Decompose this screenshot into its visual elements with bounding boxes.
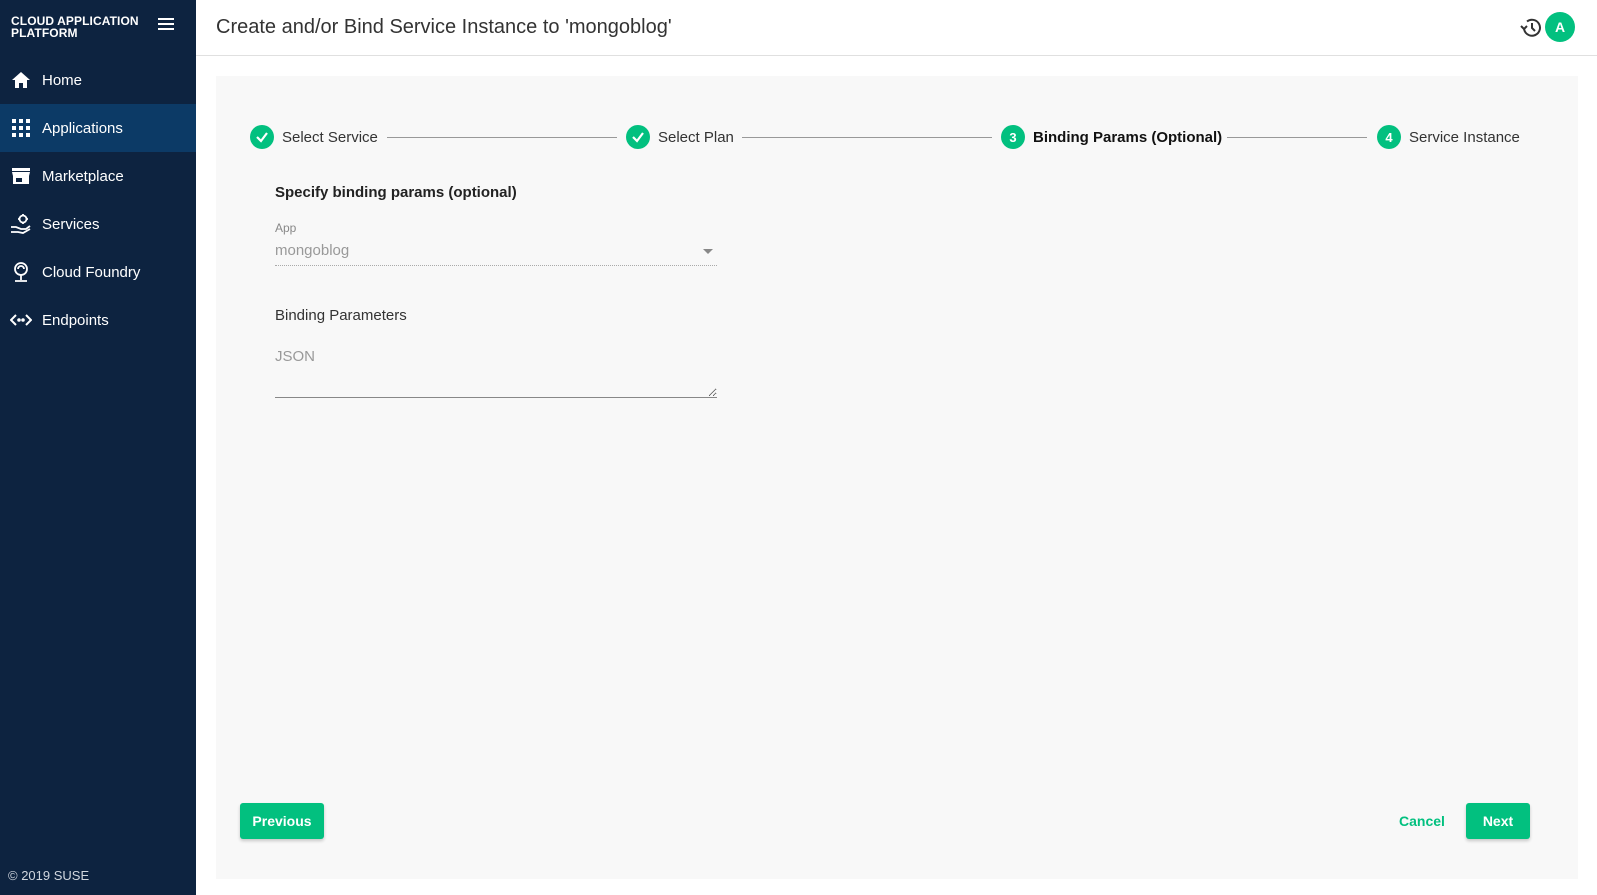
step-connector [1227, 137, 1367, 138]
main-content: Select Service Select Plan 3 Binding Par… [196, 56, 1597, 895]
app-select-value: mongoblog [275, 242, 350, 259]
binding-parameters-label: Binding Parameters [275, 307, 407, 324]
home-icon [10, 69, 32, 91]
json-textarea-wrapper [275, 342, 717, 398]
stepper-card: Select Service Select Plan 3 Binding Par… [216, 76, 1578, 879]
hamburger-icon [158, 18, 174, 20]
step-label: Service Instance [1409, 128, 1520, 146]
step-number: 4 [1377, 125, 1401, 149]
sidebar-item-marketplace[interactable]: Marketplace [0, 152, 196, 200]
sidebar-nav: Home Applications Marketplace Services C… [0, 56, 196, 344]
json-textarea[interactable] [275, 342, 717, 397]
store-icon [10, 165, 32, 187]
step-connector [742, 137, 992, 138]
next-button[interactable]: Next [1466, 803, 1530, 839]
previous-button[interactable]: Previous [240, 803, 324, 839]
history-icon [1520, 18, 1541, 37]
step-label: Binding Params (Optional) [1033, 128, 1223, 146]
step-label: Select Service [282, 128, 378, 146]
sidebar-item-endpoints[interactable]: Endpoints [0, 296, 196, 344]
sidebar-item-cloud-foundry[interactable]: Cloud Foundry [0, 248, 196, 296]
step-select-plan[interactable]: Select Plan [626, 122, 734, 152]
app-select[interactable]: mongoblog [275, 236, 717, 266]
sidebar-item-services[interactable]: Services [0, 200, 196, 248]
sidebar-item-applications[interactable]: Applications [0, 104, 196, 152]
page-title: Create and/or Bind Service Instance to '… [216, 16, 672, 38]
sidebar-item-label: Endpoints [42, 311, 109, 329]
sidebar-item-label: Applications [42, 119, 123, 137]
step-number: 3 [1001, 125, 1025, 149]
check-icon [626, 125, 650, 149]
sidebar: CLOUD APPLICATION PLATFORM Home Applicat… [0, 0, 196, 895]
user-avatar[interactable]: A [1545, 12, 1575, 42]
step-connector [387, 137, 617, 138]
check-icon [250, 125, 274, 149]
history-button[interactable] [1517, 14, 1545, 42]
step-select-service[interactable]: Select Service [250, 122, 378, 152]
sidebar-item-label: Home [42, 71, 83, 89]
sidebar-item-home[interactable]: Home [0, 56, 196, 104]
step-binding-params[interactable]: 3 Binding Params (Optional) [1001, 122, 1222, 152]
cloud-foundry-icon [10, 261, 32, 283]
app-field-label: App [275, 221, 297, 235]
step-service-instance[interactable]: 4 Service Instance [1377, 122, 1520, 152]
sidebar-item-label: Cloud Foundry [42, 263, 141, 281]
sidebar-item-label: Marketplace [42, 167, 124, 185]
sidebar-item-label: Services [42, 215, 100, 233]
menu-toggle-button[interactable] [158, 18, 178, 34]
brand-logo-text: CLOUD APPLICATION PLATFORM [11, 14, 139, 40]
apps-grid-icon [10, 117, 32, 139]
cancel-button[interactable]: Cancel [1392, 803, 1452, 839]
stepper: Select Service Select Plan 3 Binding Par… [250, 122, 1540, 152]
form-heading: Specify binding params (optional) [275, 184, 517, 201]
dropdown-arrow-icon [703, 249, 713, 254]
step-label: Select Plan [658, 128, 734, 146]
copyright-text: © 2019 SUSE [8, 868, 90, 883]
top-header: Create and/or Bind Service Instance to '… [196, 0, 1597, 56]
code-arrows-icon [10, 309, 32, 331]
service-hand-icon [10, 213, 32, 235]
